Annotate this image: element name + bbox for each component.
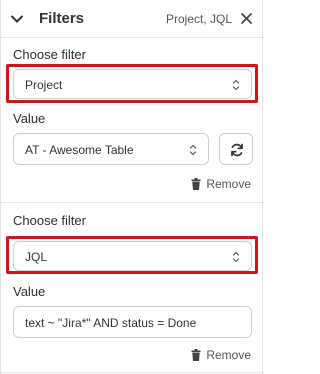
refresh-icon: [231, 143, 243, 157]
remove-filter-button[interactable]: Remove: [191, 348, 251, 362]
filter-divider: [1, 202, 264, 203]
refresh-button[interactable]: [219, 133, 253, 165]
chevron-down-icon[interactable]: [10, 12, 24, 26]
select-chevron-icon: [189, 144, 197, 156]
remove-label: Remove: [206, 177, 251, 191]
jql-value: text ~ "Jira*" AND status = Done: [25, 316, 197, 330]
filter-type-value: JQL: [25, 250, 48, 264]
choose-filter-label: Choose filter: [13, 47, 86, 62]
jql-input[interactable]: text ~ "Jira*" AND status = Done: [13, 306, 252, 338]
filter-type-value: Project: [25, 78, 63, 92]
remove-filter-button[interactable]: Remove: [191, 177, 251, 191]
select-chevron-icon: [232, 251, 240, 263]
close-icon[interactable]: [240, 12, 253, 25]
filter-divider: [1, 372, 264, 373]
filter-value-text: AT - Awesome Table: [25, 143, 134, 157]
choose-filter-label: Choose filter: [13, 213, 86, 228]
filters-header: Filters Project, JQL: [1, 0, 264, 38]
panel-title: Filters: [39, 10, 85, 27]
select-chevron-icon: [232, 79, 240, 91]
value-label: Value: [13, 111, 46, 126]
filters-summary: Project, JQL: [165, 12, 232, 26]
filter-type-select[interactable]: JQL: [13, 241, 252, 271]
trash-icon: [191, 349, 201, 361]
trash-icon: [191, 178, 201, 190]
value-label: Value: [13, 284, 46, 299]
filter-type-select[interactable]: Project: [13, 69, 252, 99]
remove-label: Remove: [206, 348, 251, 362]
filter-value-select[interactable]: AT - Awesome Table: [13, 133, 209, 165]
filters-panel: Filters Project, JQL Choose filter Proje…: [0, 0, 264, 374]
